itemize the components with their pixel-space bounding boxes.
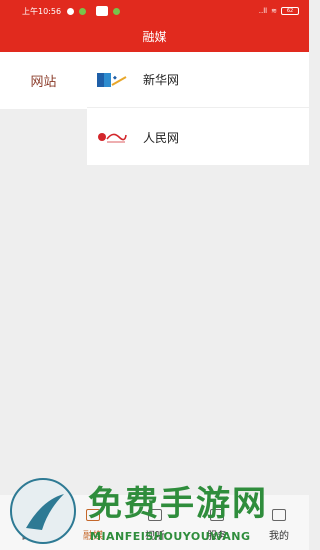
- status-bar: 上午10:56 ..ll ≋ 62: [0, 0, 309, 22]
- xinhua-logo-icon: ◆: [97, 70, 127, 90]
- status-time: 上午10:56: [22, 6, 62, 16]
- sidebar-item-websites[interactable]: 网站: [0, 52, 87, 109]
- app-notification-icon: [79, 7, 87, 15]
- alarm-icon: [67, 7, 75, 15]
- site-list: ◆ 新华网 人民网: [87, 52, 309, 165]
- site-name: 新华网: [143, 73, 180, 87]
- signal-icon: ..ll: [258, 7, 268, 15]
- people-logo-icon: [97, 127, 127, 147]
- watermark-logo-icon: [10, 478, 76, 544]
- app-notification-icon-2: [113, 7, 121, 15]
- list-item-people[interactable]: 人民网: [87, 109, 309, 165]
- list-item-xinhua[interactable]: ◆ 新华网: [87, 52, 309, 108]
- svg-text:◆: ◆: [113, 75, 117, 81]
- wifi-icon: ≋: [271, 7, 277, 15]
- watermark: 免费手游网 MIANFEISHOUYOUWANG: [10, 476, 306, 546]
- page-title: 融媒: [142, 30, 167, 44]
- message-icon: [96, 6, 109, 16]
- site-name: 人民网: [143, 130, 180, 145]
- top-app-bar: 上午10:56 ..ll ≋ 62 融媒: [0, 0, 309, 52]
- sidebar-item-label: 网站: [30, 75, 57, 90]
- watermark-title: 免费手游网: [88, 484, 268, 524]
- battery-icon: 62: [281, 7, 299, 15]
- watermark-subtitle: MIANFEISHOUYOUWANG: [90, 530, 251, 543]
- status-right: ..ll ≋ 62: [259, 7, 299, 15]
